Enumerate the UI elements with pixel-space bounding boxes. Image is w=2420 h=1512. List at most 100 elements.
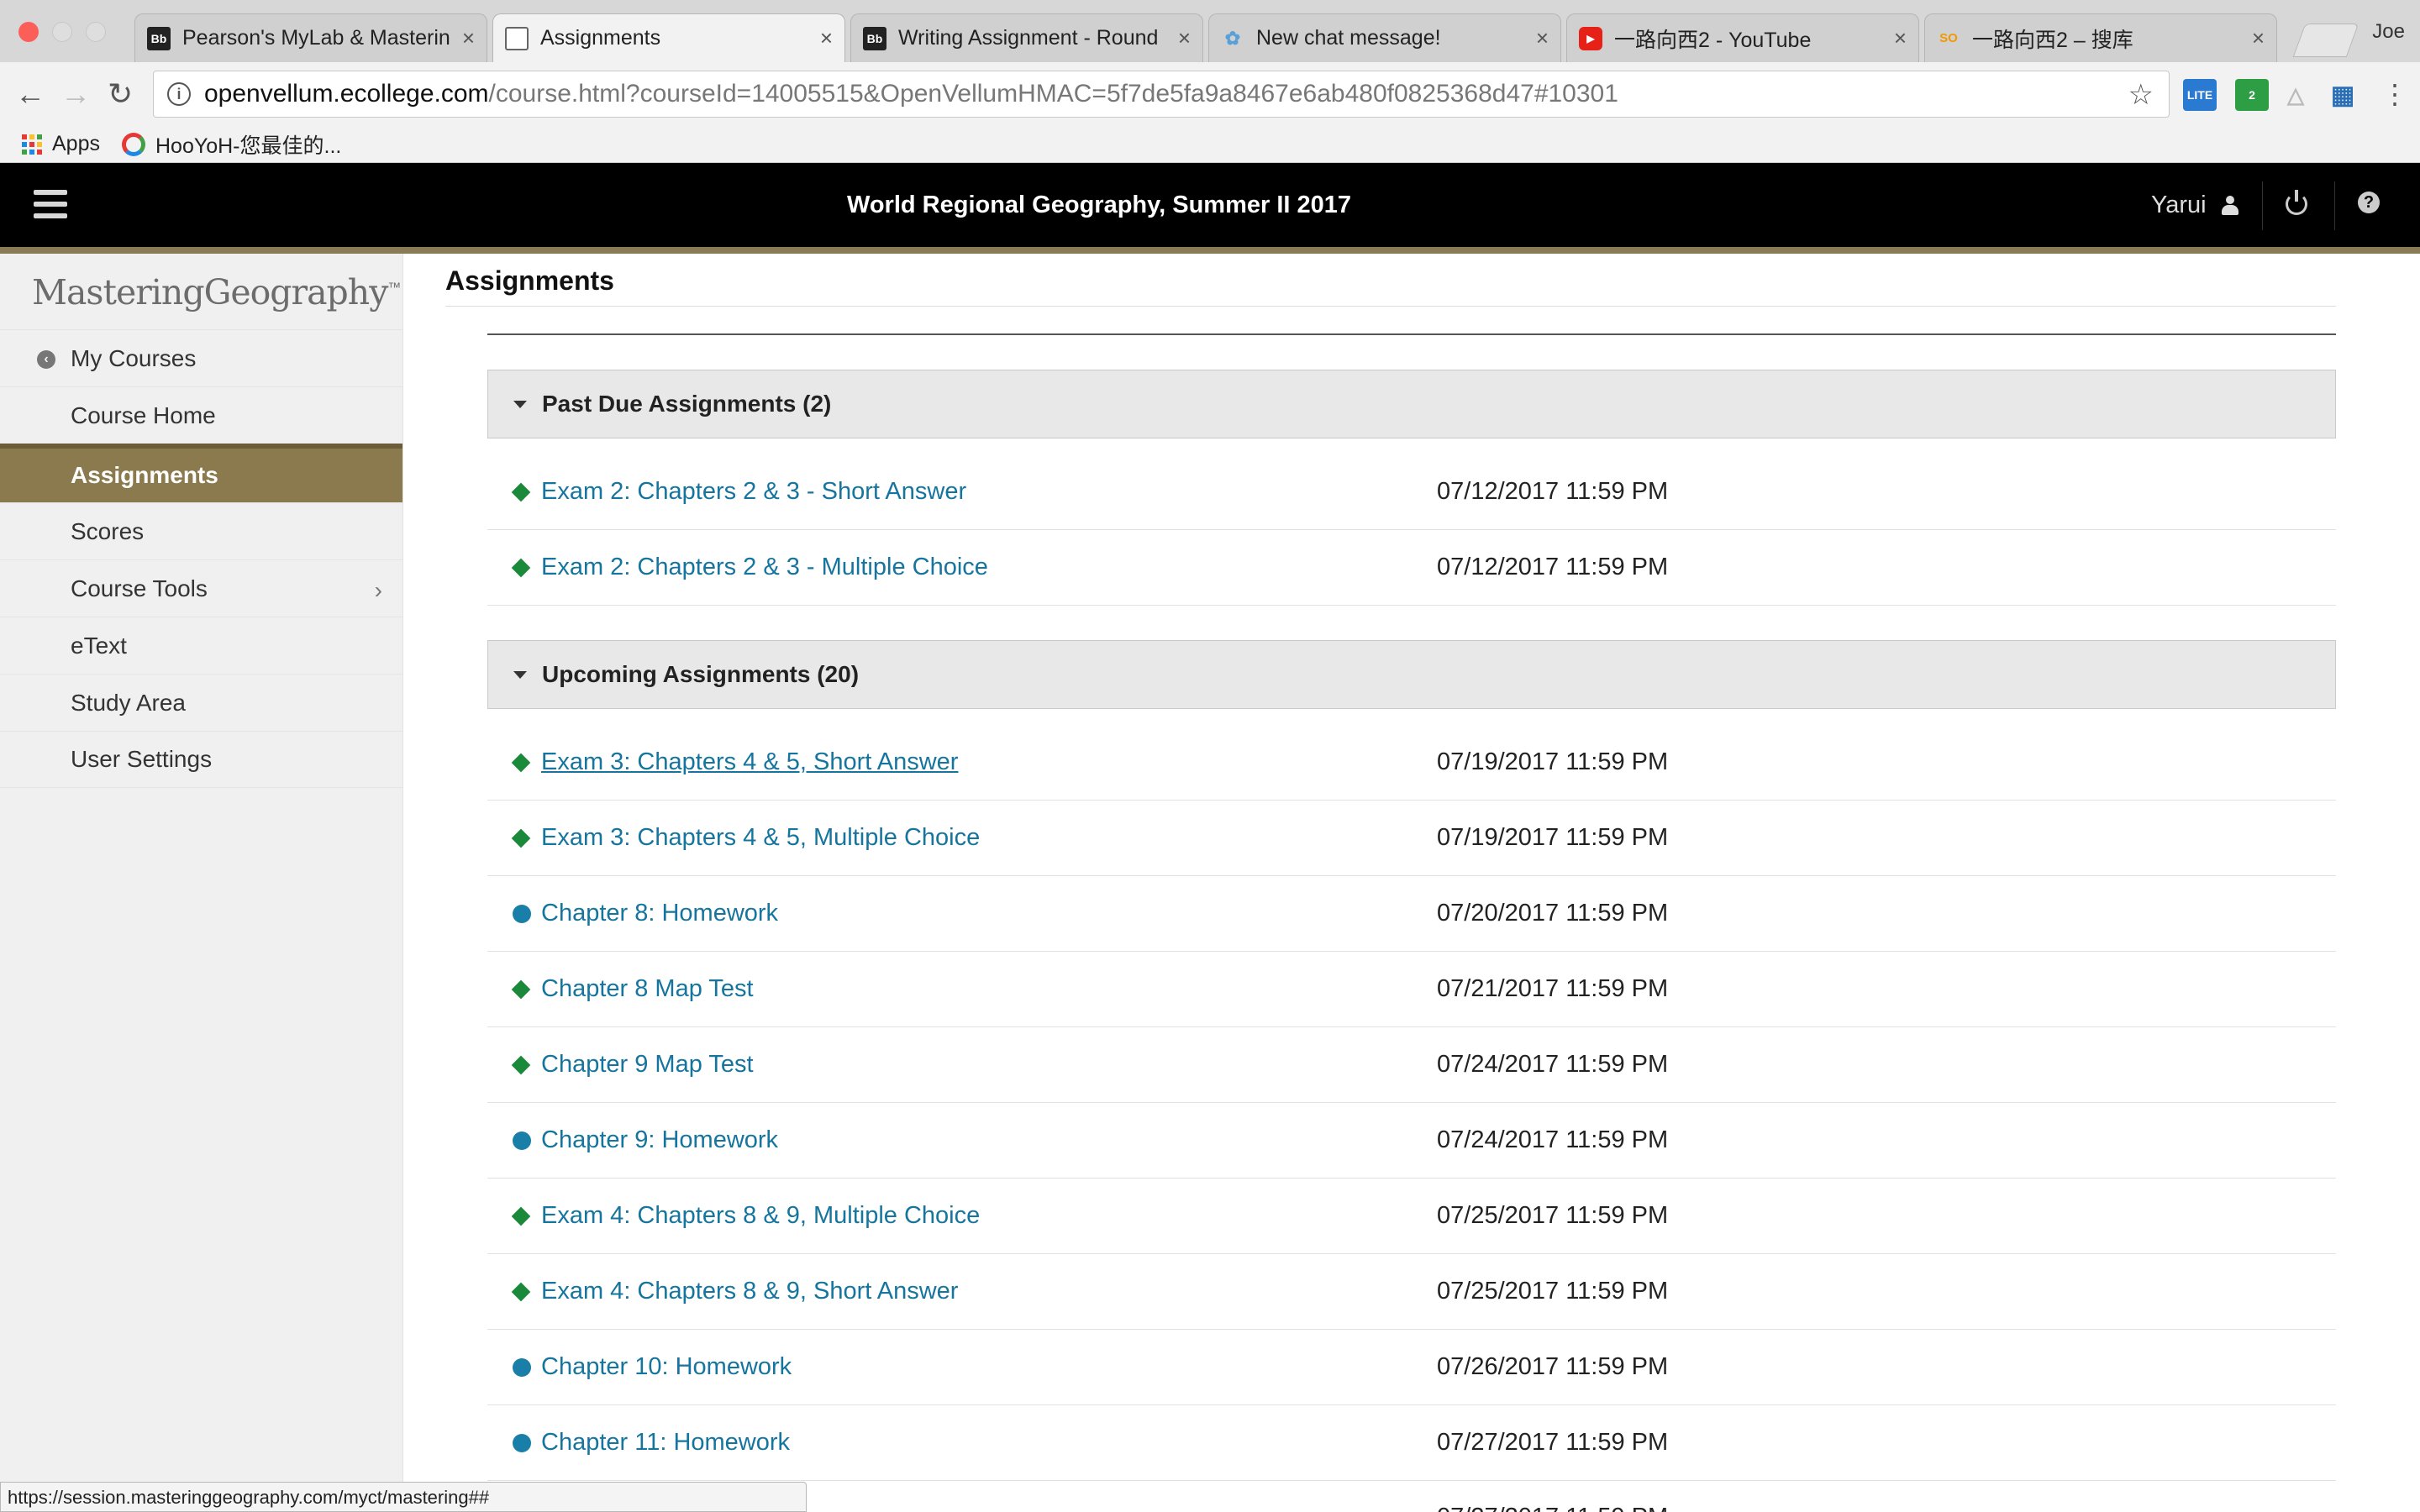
due-date: 07/12/2017 11:59 PM [1437,478,1669,505]
diamond-icon [511,558,531,578]
browser-tab[interactable]: ✿ New chat message! × [1208,13,1561,62]
assignment-link[interactable]: Exam 2: Chapters 2 & 3 - Multiple Choice [541,554,988,581]
bookmark-star-icon[interactable]: ☆ [2128,78,2154,112]
sidebar-item-label: My Courses [71,344,197,371]
assignment-row: Exam 3: Chapters 4 & 5, Multiple Choice … [487,801,2336,876]
new-tab-button[interactable] [2292,24,2360,57]
sidebar-item-label: Course Home [71,402,216,428]
header-divider [2262,181,2263,230]
help-icon[interactable]: ? [2358,192,2380,213]
sidebar-item-label: Scores [71,517,145,544]
bookmark-label: Apps [52,132,100,155]
tab-close-icon[interactable]: × [1178,25,1191,51]
assignment-link[interactable]: Chapter 8 Map Test [541,975,754,1003]
info-icon[interactable]: i [167,82,191,106]
sidebar-item-user-settings[interactable]: User Settings [0,731,402,788]
due-date: 07/26/2017 11:59 PM [1437,1353,1669,1380]
browser-tab-active[interactable]: Assignments × [492,13,845,62]
close-window-button[interactable] [18,22,39,42]
tab-close-icon[interactable]: × [1536,25,1549,51]
zoom-window-button[interactable] [86,22,106,42]
power-icon[interactable] [2286,190,2307,215]
circle-icon [513,1131,531,1150]
assignment-link[interactable]: Exam 4: Chapters 8 & 9, Multiple Choice [541,1202,980,1230]
tab-title: Writing Assignment - Round [898,26,1159,50]
browser-tab[interactable]: SO 一路向西2 – 搜库 × [1924,13,2277,62]
sidebar-item-label: eText [71,632,127,659]
due-date: 07/27/2017 11:59 PM [1437,1429,1669,1456]
document-icon [505,26,529,50]
tab-close-icon[interactable]: × [2252,25,2265,51]
sidebar-item-assignments[interactable]: Assignments [0,444,402,502]
apps-grid-icon [22,134,42,155]
tab-close-icon[interactable]: × [1894,25,1907,51]
circle-icon [513,1434,531,1452]
browser-tab[interactable]: Bb Writing Assignment - Round × [850,13,1203,62]
due-date: 07/12/2017 11:59 PM [1437,554,1669,580]
user-menu[interactable]: Yarui [2151,192,2238,219]
assignment-link[interactable]: Exam 4: Chapters 8 & 9, Short Answer [541,1278,958,1305]
assignment-row: Exam 2: Chapters 2 & 3 - Multiple Choice… [487,530,2336,606]
minimize-window-button[interactable] [52,22,72,42]
assignment-link[interactable]: Chapter 9 Map Test [541,1051,754,1079]
section-header-past-due[interactable]: Past Due Assignments (2) [487,370,2336,438]
diamond-icon [511,979,531,1000]
blackboard-icon: Bb [147,26,171,50]
assignment-link[interactable]: Exam 3: Chapters 4 & 5, Short Answer [541,748,958,776]
sidebar-item-course-home[interactable]: Course Home [0,386,402,444]
due-date: 07/24/2017 11:59 PM [1437,1126,1669,1153]
tab-title: Assignments [540,26,661,50]
circle-icon [513,905,531,923]
status-bar-url: https://session.masteringgeography.com/m… [0,1482,807,1512]
sidebar-item-label: Study Area [71,689,186,716]
diamond-icon [511,828,531,848]
back-arrow-icon[interactable]: ← [15,77,45,111]
browser-tab-bar: Bb Pearson's MyLab & Masterin × Assignme… [0,0,2420,62]
bookmark-hooyoh[interactable]: HooYoH-您最佳的... [121,129,342,160]
address-bar[interactable]: i openvellum.ecollege.com /course.html?c… [153,71,2170,118]
assignment-link[interactable]: Chapter 11: Homework [541,1429,790,1457]
browser-profile-name[interactable]: Joe [2372,20,2405,44]
caret-down-icon [513,400,527,408]
bookmarks-bar: Apps HooYoH-您最佳的... [0,126,2420,163]
sidebar-item-etext[interactable]: eText [0,617,402,674]
browser-toolbar: ← → ↻ i openvellum.ecollege.com /course.… [0,62,2420,126]
lite-extension-icon[interactable]: LITE [2183,79,2217,111]
sidebar-item-my-courses[interactable]: ‹ My Courses [0,329,402,386]
assignment-link[interactable]: Chapter 8: Homework [541,900,778,927]
browser-tab[interactable]: Bb Pearson's MyLab & Masterin × [134,13,487,62]
bookmark-apps[interactable]: Apps [22,132,100,156]
sidebar-item-study-area[interactable]: Study Area [0,674,402,731]
sidebar-item-label: Assignments [71,462,218,488]
tab-close-icon[interactable]: × [462,25,475,51]
bookmark-label: HooYoH-您最佳的... [155,134,342,158]
blackboard-icon: Bb [863,26,886,50]
section-header-upcoming[interactable]: Upcoming Assignments (20) [487,640,2336,709]
green-extension-icon[interactable]: 2 [2235,79,2269,111]
list-top-divider [487,333,2336,335]
brand-logo: MasteringGeography™ [32,272,401,312]
chevron-right-icon: › [374,577,382,603]
clapper-extension-icon[interactable]: ▦ [2326,79,2360,111]
assignment-row: Exam 4: Chapters 8 & 9, Multiple Choice … [487,1179,2336,1254]
user-name: Yarui [2151,192,2207,218]
caret-down-icon [513,670,527,679]
assignment-row: Chapter 10: Homework 07/26/2017 11:59 PM [487,1330,2336,1405]
diamond-icon [511,482,531,502]
forward-arrow-icon[interactable]: → [60,77,91,111]
assignment-link[interactable]: Exam 3: Chapters 4 & 5, Multiple Choice [541,824,980,852]
diamond-icon [511,1282,531,1302]
assignment-link[interactable]: Chapter 9: Homework [541,1126,778,1154]
sidebar: MasteringGeography™ ‹ My Courses Course … [0,254,403,1512]
assignment-row: Exam 2: Chapters 2 & 3 - Short Answer 07… [487,454,2336,530]
assignment-link[interactable]: Exam 2: Chapters 2 & 3 - Short Answer [541,478,966,506]
tab-title: 一路向西2 – 搜库 [1972,28,2133,52]
reload-icon[interactable]: ↻ [108,77,133,111]
sidebar-item-course-tools[interactable]: Course Tools › [0,559,402,617]
triangle-extension-icon[interactable]: △ [2279,79,2312,111]
browser-tab[interactable]: ▶ 一路向西2 - YouTube × [1566,13,1919,62]
browser-menu-icon[interactable]: ⋮ [2381,77,2408,111]
sidebar-item-scores[interactable]: Scores [0,502,402,559]
assignment-link[interactable]: Chapter 10: Homework [541,1353,792,1381]
tab-close-icon[interactable]: × [820,25,833,51]
